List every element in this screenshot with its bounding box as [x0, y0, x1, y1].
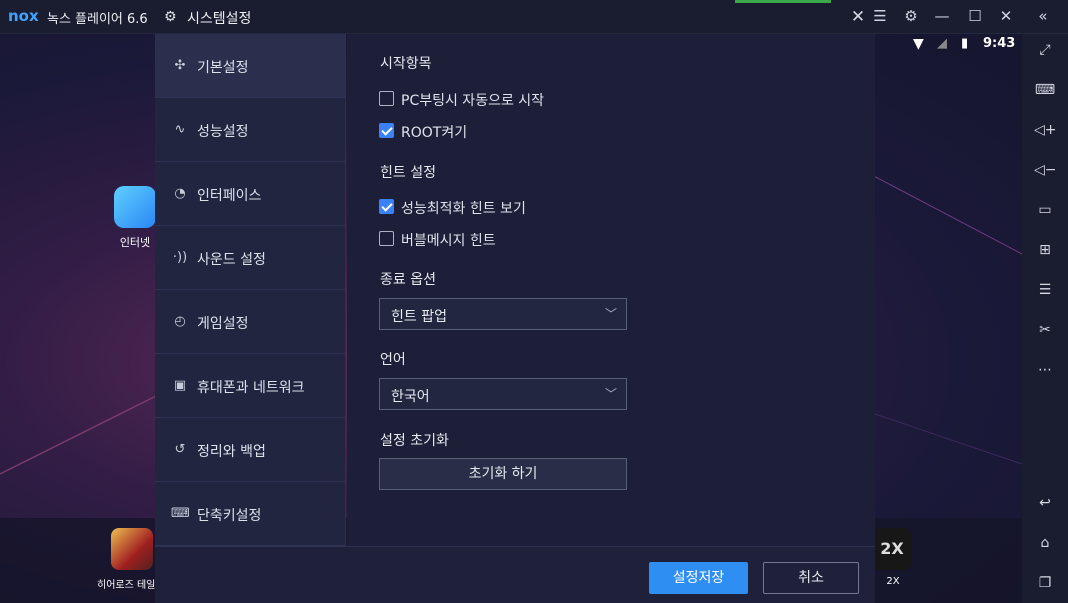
bubble-checkbox[interactable] — [379, 231, 394, 246]
settings-sidebar: ✣ 기본설정 ∿ 성능설정 ◔ 인터페이스 ·)) 사운드 설정 ◴ 게임설정 … — [155, 34, 346, 546]
perf-hint-label: 성능최적화 힌트 보기 — [401, 201, 526, 217]
exit-option-select[interactable]: 힌트 팝업 ﹀ — [379, 298, 627, 330]
chevron-down-icon: ﹀ — [604, 387, 617, 401]
keyboard-icon: ⌨ — [171, 506, 190, 521]
wifi-icon: ▼ — [913, 36, 924, 52]
root-checkbox[interactable] — [379, 123, 394, 138]
nox-logo: nox — [8, 7, 39, 25]
nav-label: 사운드 설정 — [197, 252, 266, 268]
minimize-icon[interactable]: — — [933, 7, 951, 25]
scissors-icon[interactable]: ✂ — [1034, 319, 1056, 341]
autostart-label: PC부팅시 자동으로 시작 — [401, 93, 545, 109]
heroes-app[interactable]: 히어로즈 테일즈 — [97, 528, 157, 591]
speed-app-icon: 2X — [873, 528, 911, 570]
loading-strip — [735, 0, 831, 3]
nav-item-sound[interactable]: ·)) 사운드 설정 — [155, 226, 346, 290]
emulator-side-toolbar: ⤢ ⌨ ◁+ ◁− ▭ ⊞ ☰ ✂ ⋯ ↩ ⌂ ❐ — [1022, 34, 1068, 603]
heroes-app-icon — [111, 528, 153, 570]
reset-button[interactable]: 초기화 하기 — [379, 458, 627, 490]
apk-install-icon[interactable]: ⊞ — [1034, 239, 1056, 261]
language-select[interactable]: 한국어 ﹀ — [379, 378, 627, 410]
battery-icon: ▮ — [961, 36, 969, 51]
app-title: 녹스 플레이어 6.6 — [47, 12, 148, 27]
collapse-sidebar-icon[interactable]: « — [1034, 7, 1052, 25]
no-signal-icon: ◢ — [937, 36, 947, 51]
back-icon[interactable]: ↩ — [1034, 492, 1056, 514]
menu-icon[interactable]: ☰ — [871, 7, 889, 25]
keyboard-mapping-icon[interactable]: ⌨ — [1034, 79, 1056, 101]
language-title: 언어 — [380, 352, 406, 368]
recent-apps-icon[interactable]: ❐ — [1034, 572, 1056, 594]
exit-option-title: 종료 옵션 — [380, 272, 436, 288]
nav-label: 휴대폰과 네트워크 — [197, 380, 305, 396]
status-clock: 9:43 — [983, 36, 1016, 51]
internet-app-icon — [114, 186, 156, 228]
nav-item-basic[interactable]: ✣ 기본설정 — [155, 34, 346, 98]
reset-title: 설정 초기화 — [380, 433, 449, 449]
exit-option-value: 힌트 팝업 — [391, 309, 447, 325]
startup-section-title: 시작항목 — [380, 56, 432, 72]
home-icon[interactable]: ⌂ — [1034, 532, 1056, 554]
nav-item-shortcuts[interactable]: ⌨ 단축키설정 — [155, 482, 346, 546]
chevron-down-icon: ﹀ — [604, 307, 617, 321]
nav-label: 성능설정 — [197, 124, 249, 140]
sound-icon: ·)) — [172, 250, 188, 265]
phone-wifi-icon: ▣ — [173, 378, 187, 393]
nav-label: 기본설정 — [197, 60, 249, 76]
volume-up-icon[interactable]: ◁+ — [1034, 119, 1057, 141]
maximize-icon[interactable]: ☐ — [966, 7, 984, 25]
dialog-gear-icon: ⚙ — [164, 9, 177, 25]
hint-section-title: 힌트 설정 — [380, 165, 436, 181]
puzzle-icon: ✣ — [174, 58, 186, 73]
save-button[interactable]: 설정저장 — [649, 562, 748, 594]
autostart-checkbox[interactable] — [379, 91, 394, 106]
nav-label: 게임설정 — [197, 316, 249, 332]
nav-item-interface[interactable]: ◔ 인터페이스 — [155, 162, 346, 226]
nav-item-cleanup-backup[interactable]: ↺ 정리와 백업 — [155, 418, 346, 482]
multi-instance-icon[interactable]: ☰ — [1034, 279, 1056, 301]
screen-icon[interactable]: ▭ — [1034, 199, 1056, 221]
perf-hint-checkbox[interactable] — [379, 199, 394, 214]
cancel-button[interactable]: 취소 — [763, 562, 859, 594]
nav-label: 단축키설정 — [197, 508, 262, 524]
more-icon[interactable]: ⋯ — [1034, 359, 1056, 381]
root-label: ROOT켜기 — [401, 125, 468, 141]
heroes-app-label: 히어로즈 테일즈 — [97, 580, 157, 591]
language-value: 한국어 — [391, 389, 430, 405]
settings-gear-icon[interactable]: ⚙ — [902, 7, 920, 25]
nav-item-performance[interactable]: ∿ 성능설정 — [155, 98, 346, 162]
bubble-label: 버블메시지 힌트 — [401, 233, 496, 249]
speed-app[interactable]: 2X 2X — [873, 528, 913, 587]
nav-label: 정리와 백업 — [197, 444, 266, 460]
nav-item-phone-network[interactable]: ▣ 휴대폰과 네트워크 — [155, 354, 346, 418]
speed-app-label: 2X — [886, 576, 900, 587]
nav-label: 인터페이스 — [197, 188, 262, 204]
fullscreen-icon[interactable]: ⤢ — [1034, 39, 1056, 61]
pulse-icon: ∿ — [174, 122, 186, 137]
gauge-icon: ◴ — [174, 314, 186, 329]
dialog-close-icon[interactable]: ✕ — [849, 8, 867, 26]
close-window-icon[interactable]: ✕ — [997, 7, 1015, 25]
nav-item-game[interactable]: ◴ 게임설정 — [155, 290, 346, 354]
palette-icon: ◔ — [174, 186, 186, 201]
history-icon: ↺ — [174, 442, 186, 457]
volume-down-icon[interactable]: ◁− — [1034, 159, 1057, 181]
dialog-title: 시스템설정 — [187, 11, 252, 27]
